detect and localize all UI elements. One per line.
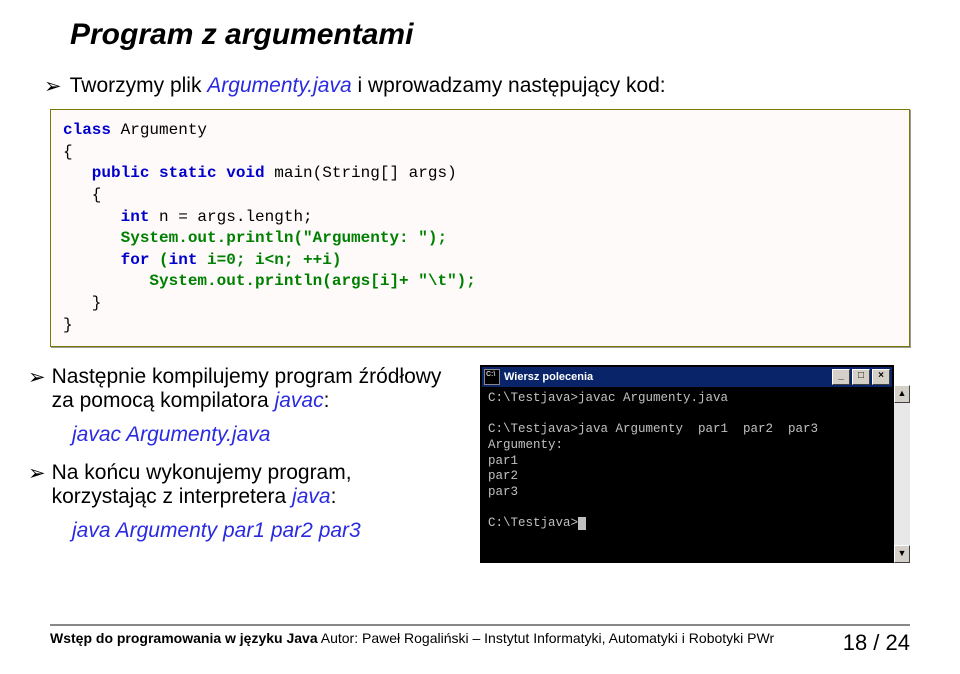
code-text: n = args.length; [149, 208, 312, 226]
page-number: 18 / 24 [843, 630, 910, 656]
scroll-track[interactable] [894, 403, 910, 545]
bullet-create-file: ➢ Tworzymy plik Argumenty.java i wprowad… [44, 74, 910, 99]
close-button[interactable]: × [872, 369, 890, 385]
bullet-arrow-icon: ➢ [44, 74, 62, 99]
cmd-icon [484, 369, 500, 385]
command-name: javac [275, 389, 324, 412]
code-text: main(String[] args) [265, 164, 457, 182]
bullet-arrow-icon: ➢ [28, 461, 46, 486]
scrollbar[interactable]: ▲ ▼ [894, 385, 910, 563]
scroll-down-button[interactable]: ▼ [894, 545, 910, 563]
bullet-compile: ➢ Następnie kompilujemy program źródłowy… [28, 365, 470, 413]
keyword: int [63, 208, 149, 226]
code-listing: class Argumenty { public static void mai… [50, 109, 910, 347]
console-title: Wiersz polecenia [504, 371, 832, 383]
code-text: System.out.println(args[i]+ "\t"); [63, 272, 476, 290]
bullet-text: Tworzymy plik Argumenty.java i wprowadza… [70, 74, 666, 98]
bullet-text: Na końcu wykonujemy program, korzystając… [52, 461, 352, 509]
bullet-run: ➢ Na końcu wykonujemy program, korzystaj… [28, 461, 470, 509]
code-text: { [63, 143, 73, 161]
code-text: Argumenty [111, 121, 207, 139]
code-text: i=0; i<n; ++i) [197, 251, 341, 269]
footer-author: Autor: Paweł Rogaliński – Instytut Infor… [318, 630, 774, 646]
console-prompt: C:\Testjava> [488, 516, 578, 530]
console-window: Wiersz polecenia _ □ × C:\Testjava>javac… [480, 365, 894, 563]
text-fragment: Na końcu wykonujemy program, [52, 461, 352, 484]
console-line: par1 [488, 454, 518, 468]
text-fragment: : [331, 485, 337, 508]
cursor-icon [578, 517, 586, 530]
console-line: C:\Testjava>java Argumenty par1 par2 par… [488, 422, 818, 436]
code-text: } [63, 294, 101, 312]
scroll-up-button[interactable]: ▲ [894, 385, 910, 403]
code-text: ( [149, 251, 168, 269]
code-text: } [63, 316, 73, 334]
keyword: for [63, 251, 149, 269]
keyword: public static void [63, 164, 265, 182]
command-javac: javac Argumenty.java [72, 423, 470, 447]
filename: Argumenty.java [207, 74, 351, 97]
bullet-text: Następnie kompilujemy program źródłowy z… [52, 365, 442, 413]
text-fragment: korzystając z interpretera [52, 485, 292, 508]
page-title: Program z argumentami [70, 18, 910, 52]
console-line: C:\Testjava>javac Argumenty.java [488, 391, 728, 405]
console-line: par3 [488, 485, 518, 499]
bullet-arrow-icon: ➢ [28, 365, 46, 390]
code-text: { [63, 186, 101, 204]
console-output: C:\Testjava>javac Argumenty.java C:\Test… [482, 387, 892, 561]
text-fragment: i wprowadzamy następujący kod: [352, 74, 666, 97]
command-java: java Argumenty par1 par2 par3 [72, 519, 470, 543]
footer-left: Wstęp do programowania w języku Java Aut… [50, 630, 774, 656]
keyword: class [63, 121, 111, 139]
text-fragment: Tworzymy plik [70, 74, 208, 97]
console-titlebar: Wiersz polecenia _ □ × [482, 367, 892, 387]
footer: Wstęp do programowania w języku Java Aut… [50, 624, 910, 656]
keyword: int [169, 251, 198, 269]
text-fragment: za pomocą kompilatora [52, 389, 275, 412]
maximize-button[interactable]: □ [852, 369, 870, 385]
minimize-button[interactable]: _ [832, 369, 850, 385]
text-fragment: : [324, 389, 330, 412]
console-line: Argumenty: [488, 438, 563, 452]
code-text: System.out.println("Argumenty: "); [63, 229, 447, 247]
console-line: par2 [488, 469, 518, 483]
text-fragment: Następnie kompilujemy program źródłowy [52, 365, 442, 388]
command-name: java [292, 485, 331, 508]
footer-title: Wstęp do programowania w języku Java [50, 630, 318, 646]
